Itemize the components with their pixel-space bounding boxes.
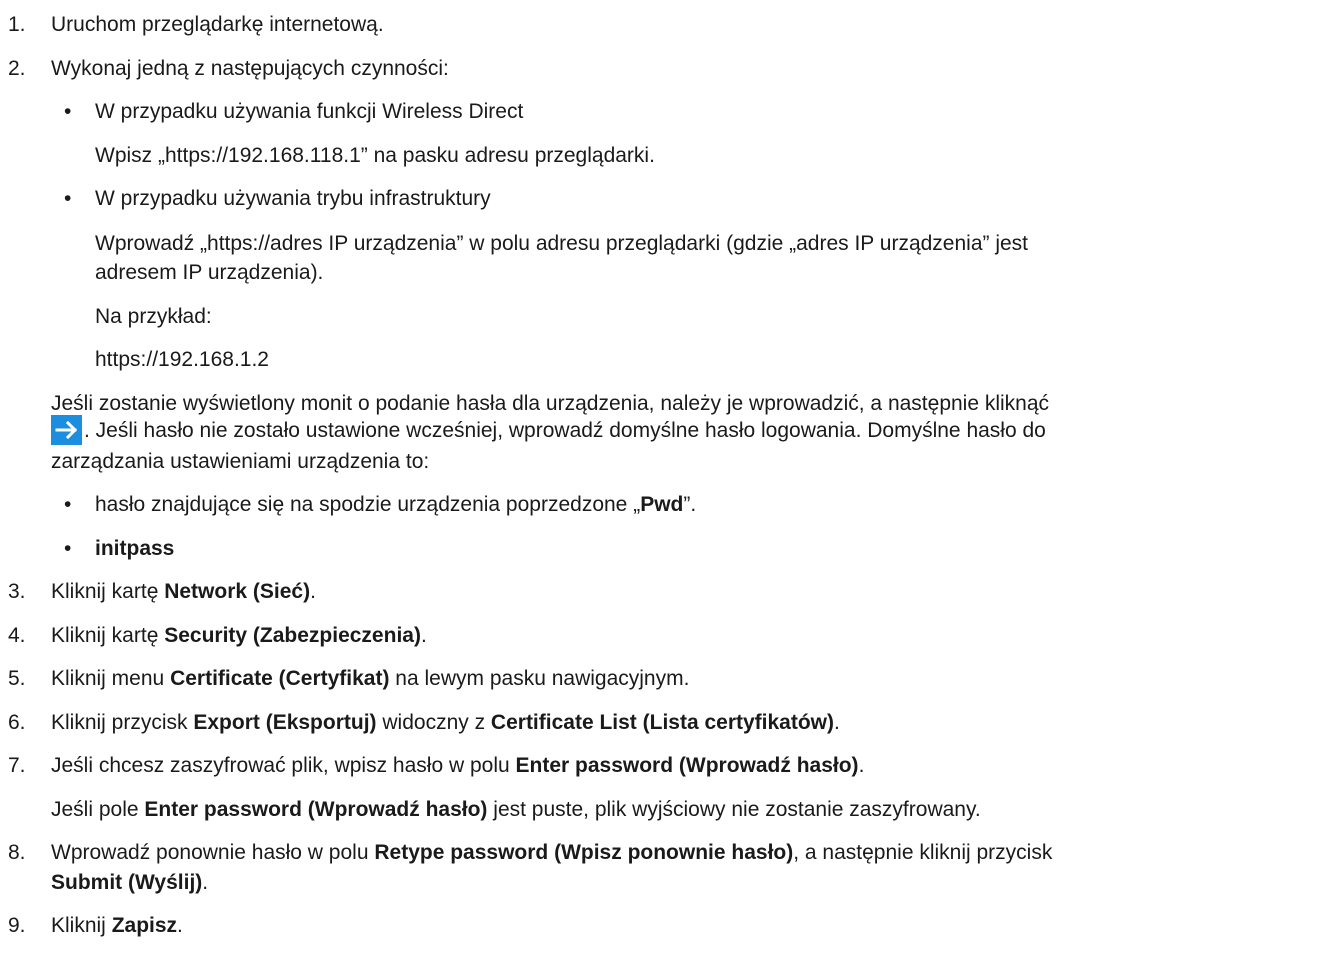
step-note: Jeśli pole Enter password (Wprowadź hasł… <box>51 797 981 823</box>
right-arrow-icon <box>51 415 82 445</box>
step-text-part: , a następnie kliknij przycisk <box>793 841 1053 864</box>
password-note: zarządzania ustawieniami urządzenia to: <box>51 450 430 473</box>
option-text: Na przykład: <box>95 305 212 328</box>
step-text: Kliknij kartę Security (Zabezpieczenia). <box>51 623 427 649</box>
step-number: 4. <box>8 624 26 647</box>
option-bold: Pwd <box>640 493 684 516</box>
step-text-part: . <box>420 624 427 647</box>
option-bold: initpass <box>95 537 175 560</box>
step-text: Wykonaj jedną z następujących czynności: <box>51 57 449 80</box>
option-title: W przypadku używania trybu infrastruktur… <box>95 187 491 210</box>
step-text: Kliknij menu Certificate (Certyfikat) na… <box>51 666 689 692</box>
step-text-part: . <box>202 871 209 894</box>
step-text-part: widoczny z <box>376 711 491 734</box>
step-text-part: Jeśli pole <box>51 798 145 821</box>
step-text: Wprowadź ponownie hasło w polu Retype pa… <box>51 840 1052 866</box>
step-bold: Network (Sieć) <box>164 580 311 603</box>
step-number: 5. <box>8 667 26 690</box>
option-text: Wpisz „https://192.168.118.1” na pasku a… <box>95 144 655 167</box>
option-text: hasło znajdujące się na spodzie urządzen… <box>95 493 641 516</box>
bullet: • <box>64 537 72 560</box>
step-text: Jeśli chcesz zaszyfrować plik, wpisz has… <box>51 753 864 779</box>
step-text: Kliknij kartę Network (Sieć). <box>51 579 316 605</box>
step-text-part: . <box>310 580 316 603</box>
step-text-part: Jeśli chcesz zaszyfrować plik, wpisz has… <box>51 754 516 777</box>
step-text-part: . <box>858 754 865 777</box>
option-text: Wprowadź „https://adres IP urządzenia” w… <box>95 232 1029 255</box>
bullet: • <box>64 493 72 516</box>
step-text-part: Kliknij przycisk <box>51 711 194 734</box>
step-bold: Security (Zabezpieczenia) <box>164 624 421 647</box>
step-bold: Submit (Wyślij) <box>51 871 203 894</box>
password-option: hasło znajdujące się na spodzie urządzen… <box>95 492 696 518</box>
step-number: 9. <box>8 914 26 937</box>
step-text: Kliknij przycisk Export (Eksportuj) wido… <box>51 710 840 736</box>
step-bold: Enter password (Wprowadź hasło) <box>515 754 859 777</box>
step-text-part: Kliknij kartę <box>51 580 165 603</box>
step-bold: Export (Eksportuj) <box>193 711 377 734</box>
password-note: . Jeśli hasło nie zostało ustawione wcze… <box>84 419 1046 442</box>
example-url: https://192.168.1.2 <box>95 348 269 371</box>
step-number: 3. <box>8 580 26 603</box>
option-title: W przypadku używania funkcji Wireless Di… <box>95 100 524 123</box>
step-bold: Retype password (Wpisz ponownie hasło) <box>374 841 794 864</box>
step-bold: Enter password (Wprowadź hasło) <box>144 798 488 821</box>
instructions-page: 1. Uruchom przeglądarkę internetową. 2. … <box>0 0 1328 962</box>
step-bold: Zapisz <box>111 914 178 937</box>
password-note: Jeśli zostanie wyświetlony monit o podan… <box>51 392 1050 415</box>
step-text: Submit (Wyślij). <box>51 870 208 896</box>
bullet: • <box>64 100 72 123</box>
step-text-part: Kliknij kartę <box>51 624 165 647</box>
option-text: adresem IP urządzenia). <box>95 261 324 284</box>
step-text: Kliknij Zapisz. <box>51 913 183 939</box>
step-number: 1. <box>8 13 26 36</box>
password-option: initpass <box>95 536 174 562</box>
step-text-part: . <box>177 914 183 937</box>
step-text-part: jest puste, plik wyjściowy nie zostanie … <box>487 798 981 821</box>
step-number: 2. <box>8 57 26 80</box>
step-number: 6. <box>8 711 26 734</box>
step-text-part: Kliknij <box>51 914 112 937</box>
step-number: 8. <box>8 841 26 864</box>
step-text-part: Wprowadź ponownie hasło w polu <box>51 841 375 864</box>
step-number: 7. <box>8 754 26 777</box>
step-text-part: . <box>834 711 840 734</box>
option-text: ”. <box>683 493 697 516</box>
step-text: Uruchom przeglądarkę internetową. <box>51 13 384 36</box>
step-text-part: na lewym pasku nawigacyjnym. <box>389 667 690 690</box>
step-text-part: Kliknij menu <box>51 667 171 690</box>
step-bold: Certificate (Certyfikat) <box>170 667 390 690</box>
step-bold: Certificate List (Lista certyfikatów) <box>490 711 835 734</box>
bullet: • <box>64 187 72 210</box>
